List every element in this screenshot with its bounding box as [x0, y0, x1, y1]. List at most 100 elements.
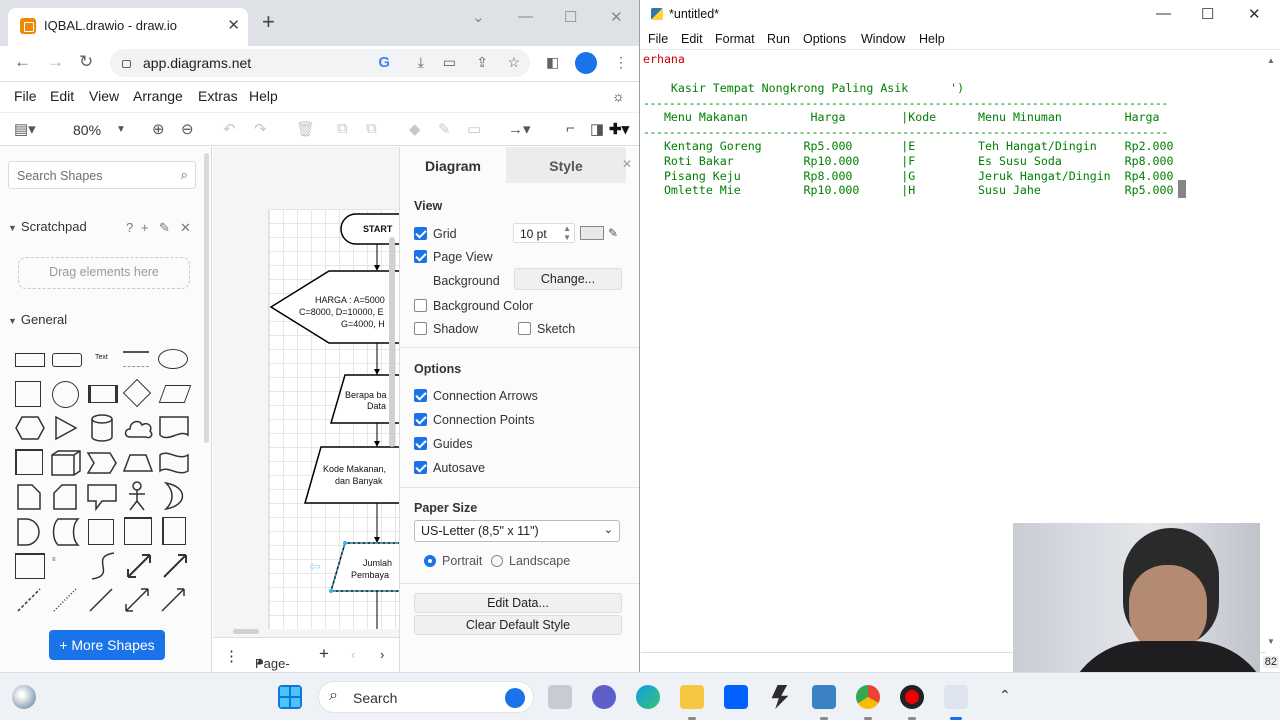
container-shape[interactable]: [124, 517, 152, 545]
theme-sun-icon[interactable]: ☼: [612, 88, 625, 104]
hexagon-shape[interactable]: [14, 415, 46, 441]
and-shape[interactable]: [16, 517, 42, 547]
bing-icon[interactable]: [505, 688, 525, 708]
chevron-up-icon[interactable]: ⌃: [999, 687, 1011, 704]
tab-style[interactable]: Style: [506, 147, 626, 183]
cylinder-shape[interactable]: [90, 413, 114, 443]
redo-icon[interactable]: ↷: [254, 120, 267, 138]
page-icon[interactable]: ▭: [443, 54, 456, 71]
weather-icon[interactable]: [12, 685, 36, 709]
dotted-line-shape[interactable]: [50, 585, 80, 615]
portrait-radio[interactable]: Portrait: [424, 554, 482, 568]
edit-pencil-icon[interactable]: ✎: [159, 220, 170, 236]
maximize-icon[interactable]: ☐: [564, 8, 577, 26]
checkbox-unchecked-icon[interactable]: [414, 322, 427, 335]
eyedropper-icon[interactable]: ✎: [608, 226, 618, 240]
menu-view[interactable]: View: [89, 88, 119, 104]
menu-window[interactable]: Window: [861, 32, 905, 46]
checkbox-checked-icon[interactable]: [414, 227, 427, 240]
checkbox-checked-icon[interactable]: [414, 250, 427, 263]
scratchpad-drop-zone[interactable]: Drag elements here: [18, 257, 190, 289]
callout-shape[interactable]: [86, 483, 118, 511]
close-icon[interactable]: ✕: [180, 220, 191, 236]
curve-shape[interactable]: [88, 551, 118, 581]
landscape-radio[interactable]: Landscape: [491, 554, 570, 568]
waypoints-icon[interactable]: ⌐: [566, 120, 575, 137]
to-front-icon[interactable]: ⧉: [337, 120, 348, 137]
menu-format[interactable]: Format: [715, 32, 755, 46]
background-color-checkbox[interactable]: Background Color: [414, 299, 533, 313]
file-explorer-icon[interactable]: [680, 685, 704, 709]
tab-diagram[interactable]: Diagram: [400, 147, 506, 183]
line-shape[interactable]: [86, 585, 116, 615]
connection-points-checkbox[interactable]: Connection Points: [414, 413, 534, 427]
zoom-dropdown-icon[interactable]: ▼: [116, 124, 126, 135]
checkbox-unchecked-icon[interactable]: [414, 299, 427, 312]
minimize-icon[interactable]: —: [1156, 5, 1171, 22]
process-shape[interactable]: [88, 385, 118, 403]
forward-icon[interactable]: →: [47, 52, 64, 72]
side-panel-icon[interactable]: ◧: [546, 54, 559, 71]
data-storage-shape[interactable]: [50, 517, 80, 547]
teams-chat-icon[interactable]: [592, 685, 616, 709]
sketch-checkbox[interactable]: Sketch: [518, 322, 575, 336]
sidebar-scrollbar[interactable]: [204, 153, 209, 443]
format-panel-icon[interactable]: ◨: [590, 120, 604, 138]
bidirectional-arrow-shape[interactable]: [124, 551, 154, 581]
search-icon[interactable]: ⌕: [181, 167, 188, 183]
triangle-shape[interactable]: [52, 415, 78, 441]
actor-shape[interactable]: [126, 481, 148, 511]
diamond-shape[interactable]: [122, 378, 152, 408]
rectangle-shape[interactable]: [15, 353, 45, 367]
dropbox-icon[interactable]: [724, 685, 748, 709]
connection-arrows-checkbox[interactable]: Connection Arrows: [414, 389, 538, 403]
trapezoid-shape[interactable]: [122, 451, 154, 475]
textbox-shape[interactable]: [123, 351, 149, 367]
profile-avatar[interactable]: [575, 52, 597, 74]
menu-help[interactable]: Help: [919, 32, 945, 46]
berapa-node-line1[interactable]: Berapa ba: [345, 390, 387, 401]
checkbox-checked-icon[interactable]: [414, 389, 427, 402]
rounded-rectangle-shape[interactable]: [52, 353, 82, 367]
taskbar-search[interactable]: ⌕ Search: [318, 681, 534, 713]
harga-node-line3[interactable]: G=4000, H: [341, 319, 385, 330]
menu-file[interactable]: File: [14, 88, 37, 104]
square-shape[interactable]: [15, 381, 41, 407]
card-shape[interactable]: [52, 483, 78, 511]
grid-checkbox[interactable]: Grid: [414, 227, 457, 241]
next-page-icon[interactable]: ›: [380, 647, 384, 662]
chrome-icon[interactable]: [856, 685, 880, 709]
canvas-vertical-scrollbar[interactable]: [389, 237, 395, 447]
share-icon[interactable]: ⇪: [476, 54, 488, 71]
browser-tab-drawio[interactable]: IQBAL.drawio - draw.io ✕: [8, 8, 248, 46]
minimize-icon[interactable]: —: [518, 8, 533, 25]
edit-data-button[interactable]: Edit Data...: [414, 593, 622, 613]
menu-edit[interactable]: Edit: [50, 88, 74, 104]
directional-connector-shape[interactable]: [158, 585, 188, 615]
shadow-checkbox[interactable]: Shadow: [414, 322, 478, 336]
step-shape[interactable]: [86, 451, 118, 475]
editor-scrollbar[interactable]: ▲ ▼: [1266, 52, 1276, 648]
start-node-label[interactable]: START: [363, 224, 392, 235]
line-color-icon[interactable]: ✎: [438, 120, 451, 138]
radio-selected-icon[interactable]: [424, 555, 436, 567]
list-shape[interactable]: [15, 553, 45, 579]
text-shape[interactable]: Text: [95, 354, 108, 361]
zoom-in-icon[interactable]: ⊕: [152, 120, 165, 138]
kode-node-line2[interactable]: dan Banyak: [335, 476, 383, 487]
scratchpad-header[interactable]: ▼ Scratchpad: [8, 219, 87, 234]
more-shapes-button[interactable]: + More Shapes: [49, 630, 165, 660]
canvas-horizontal-scrollbar[interactable]: [233, 629, 259, 634]
connection-arrow-icon[interactable]: →▾: [508, 120, 531, 138]
delete-icon[interactable]: 🗑: [296, 120, 315, 138]
new-tab-icon[interactable]: +: [262, 11, 275, 33]
menu-run[interactable]: Run: [767, 32, 790, 46]
diagram-canvas[interactable]: ⇦ START HARGA : A=5000 C=8000, D=10000, …: [213, 147, 399, 637]
checkbox-unchecked-icon[interactable]: [518, 322, 531, 335]
pages-menu-icon[interactable]: ⋮: [224, 647, 239, 665]
menu-edit[interactable]: Edit: [681, 32, 703, 46]
sidebar-toggle-icon[interactable]: ▤▾: [14, 120, 36, 138]
lightning-app-icon[interactable]: [771, 685, 789, 709]
jumlah-node-line2[interactable]: Pembaya: [351, 570, 389, 581]
chevron-down-icon[interactable]: ⌄: [472, 8, 485, 26]
